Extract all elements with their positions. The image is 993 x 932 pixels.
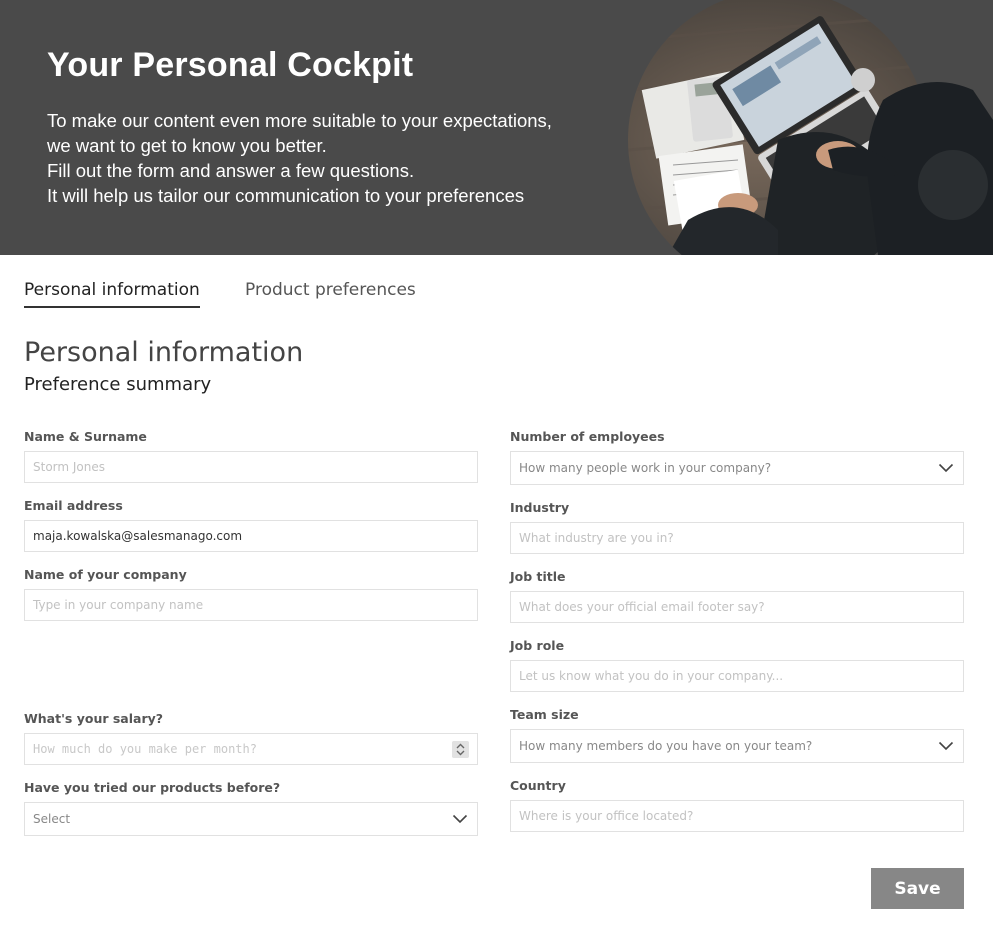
page-title: Personal information bbox=[24, 337, 304, 368]
page-subtitle: Preference summary bbox=[24, 374, 212, 395]
job-title-field[interactable]: What does your official email footer say… bbox=[510, 591, 964, 623]
hero-line: we want to get to know you better. bbox=[47, 135, 327, 156]
team-size-select[interactable]: How many members do you have on your tea… bbox=[510, 729, 964, 763]
chevron-down-icon bbox=[452, 814, 468, 824]
salary-placeholder: How much do you make per month? bbox=[33, 742, 257, 756]
hero-description: To make our content even more suitable t… bbox=[47, 108, 552, 208]
hero-title: Your Personal Cockpit bbox=[47, 46, 414, 84]
team-size-value: How many members do you have on your tea… bbox=[519, 739, 813, 753]
company-label: Name of your company bbox=[24, 567, 187, 582]
spinner-arrows-icon[interactable] bbox=[452, 741, 469, 758]
employees-select[interactable]: How many people work in your company? bbox=[510, 451, 964, 485]
save-button[interactable]: Save bbox=[871, 868, 964, 909]
chevron-down-icon bbox=[938, 741, 954, 751]
company-field[interactable]: Type in your company name bbox=[24, 589, 478, 621]
hero-banner: Your Personal Cockpit To make our conten… bbox=[0, 0, 993, 255]
name-field[interactable]: Storm Jones bbox=[24, 451, 478, 483]
email-field[interactable]: maja.kowalska@salesmanago.com bbox=[24, 520, 478, 552]
industry-label: Industry bbox=[510, 500, 570, 515]
salary-field[interactable]: How much do you make per month? bbox=[24, 733, 478, 765]
job-role-label: Job role bbox=[510, 638, 565, 653]
tried-products-value: Select bbox=[33, 812, 71, 826]
hero-line: It will help us tailor our communication… bbox=[47, 185, 525, 206]
salary-label: What's your salary? bbox=[24, 711, 164, 726]
employees-label: Number of employees bbox=[510, 429, 665, 444]
name-label: Name & Surname bbox=[24, 429, 147, 444]
job-title-label: Job title bbox=[510, 569, 566, 584]
industry-field[interactable]: What industry are you in? bbox=[510, 522, 964, 554]
tab-personal-information[interactable]: Personal information bbox=[24, 280, 200, 308]
country-label: Country bbox=[510, 778, 566, 793]
hero-line: To make our content even more suitable t… bbox=[47, 110, 552, 131]
tried-products-label: Have you tried our products before? bbox=[24, 780, 281, 795]
business-desk-photo bbox=[628, 0, 993, 255]
email-label: Email address bbox=[24, 498, 123, 513]
tab-product-preferences[interactable]: Product preferences bbox=[245, 280, 416, 300]
hero-line: Fill out the form and answer a few quest… bbox=[47, 160, 415, 181]
team-size-label: Team size bbox=[510, 707, 579, 722]
chevron-down-icon bbox=[938, 463, 954, 473]
job-role-field[interactable]: Let us know what you do in your company.… bbox=[510, 660, 964, 692]
employees-value: How many people work in your company? bbox=[519, 461, 772, 475]
country-field[interactable]: Where is your office located? bbox=[510, 800, 964, 832]
tried-products-select[interactable]: Select bbox=[24, 802, 478, 836]
